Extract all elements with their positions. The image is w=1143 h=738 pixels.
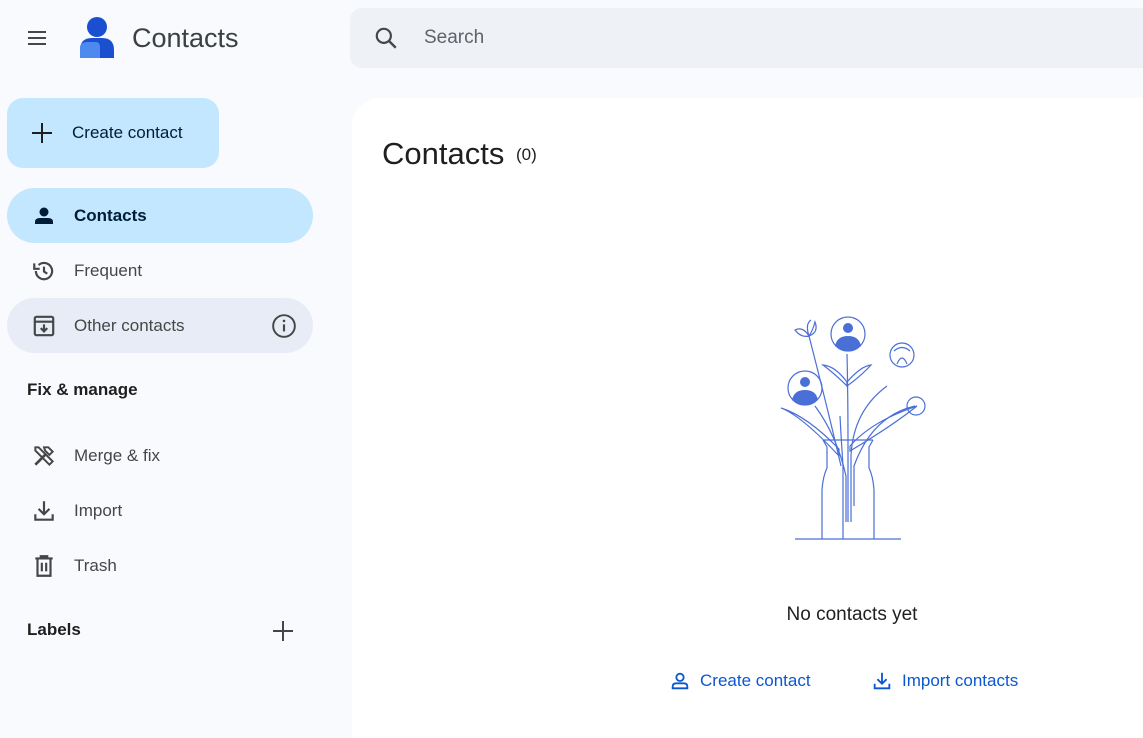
person-icon [31, 203, 57, 229]
tools-icon [31, 443, 57, 469]
sidebar-item-merge-fix[interactable]: Merge & fix [7, 428, 313, 483]
info-icon[interactable] [270, 312, 297, 339]
sidebar-item-label: Import [74, 500, 123, 520]
contacts-logo-icon [76, 14, 120, 62]
create-contact-label: Create contact [72, 123, 183, 142]
archive-download-icon [31, 313, 57, 339]
download-icon [870, 669, 894, 693]
search-input[interactable] [422, 26, 1022, 50]
trash-icon [31, 553, 57, 579]
plus-icon [30, 121, 54, 145]
create-contact-button[interactable]: Create contact [7, 98, 219, 168]
fix-manage-heading: Fix & manage [27, 380, 138, 399]
flower-vase-illustration [780, 316, 926, 540]
sidebar-item-label: Frequent [74, 260, 143, 280]
main-menu-button[interactable] [13, 14, 61, 62]
hamburger-menu-icon [28, 31, 46, 45]
add-label-button[interactable] [260, 608, 306, 654]
sidebar-item-frequent[interactable]: Frequent [7, 243, 313, 298]
sidebar-item-other-contacts[interactable]: Other contacts [7, 298, 313, 353]
search-icon[interactable] [362, 14, 410, 62]
empty-state-message: No contacts yet [786, 604, 918, 625]
import-contacts-link-label: Import contacts [902, 671, 1019, 690]
create-contact-link-label: Create contact [700, 671, 811, 690]
download-icon [31, 498, 57, 524]
sidebar-item-trash[interactable]: Trash [7, 538, 313, 593]
search-bar[interactable] [350, 8, 1143, 68]
person-outline-icon [668, 669, 692, 693]
sidebar-item-contacts[interactable]: Contacts [7, 188, 313, 243]
sidebar-item-import[interactable]: Import [7, 483, 313, 538]
sidebar-item-label: Contacts [74, 205, 147, 225]
contact-count: (0) [516, 145, 537, 164]
page-title: Contacts [382, 136, 505, 171]
sidebar-item-label: Other contacts [74, 315, 185, 335]
plus-icon [273, 621, 293, 641]
import-contacts-link[interactable]: Import contacts [870, 669, 1018, 693]
labels-heading: Labels [27, 620, 81, 639]
app-title: Contacts [132, 23, 239, 53]
create-contact-link[interactable]: Create contact [668, 669, 811, 693]
main-panel: Contacts (0) No contacts yet Create cont… [352, 98, 1143, 738]
sidebar-item-label: Merge & fix [74, 445, 160, 465]
history-icon [31, 258, 57, 284]
sidebar-item-label: Trash [74, 555, 117, 575]
